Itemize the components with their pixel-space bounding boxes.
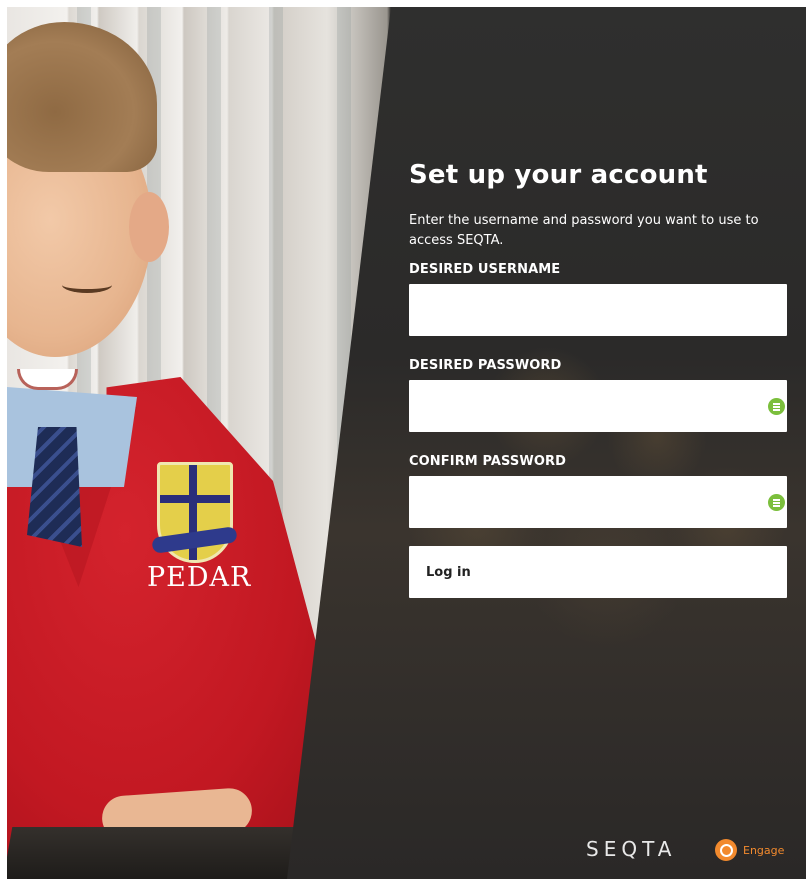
sweater-embroidery: PEDAR <box>147 562 252 593</box>
confirm-password-field-container <box>409 476 787 528</box>
login-button[interactable]: Log in <box>409 546 787 598</box>
engage-logo: Engage <box>715 839 784 861</box>
student-eye <box>62 277 112 293</box>
student-ear <box>129 192 169 262</box>
login-screen: PEDAR Set up your account Enter the user… <box>7 7 806 879</box>
username-input[interactable] <box>409 284 787 336</box>
password-input[interactable] <box>409 380 787 432</box>
engage-logo-text: Engage <box>743 843 785 857</box>
engage-logo-icon <box>715 839 737 861</box>
page-title: Set up your account <box>409 160 708 190</box>
page-description: Enter the username and password you want… <box>409 213 759 248</box>
student-smile <box>17 369 78 390</box>
setup-account-form: Set up your account Enter the username a… <box>409 157 787 598</box>
confirm-password-input[interactable] <box>409 476 787 528</box>
password-label: DESIRED PASSWORD <box>409 358 562 373</box>
seqta-logo: SEQTA <box>586 837 677 861</box>
student-hair <box>7 22 157 172</box>
password-field-container <box>409 380 787 432</box>
password-manager-icon[interactable] <box>768 398 785 415</box>
confirm-password-label: CONFIRM PASSWORD <box>409 454 566 469</box>
username-label: DESIRED USERNAME <box>409 262 561 277</box>
password-manager-icon[interactable] <box>768 494 785 511</box>
username-field-container <box>409 284 787 336</box>
